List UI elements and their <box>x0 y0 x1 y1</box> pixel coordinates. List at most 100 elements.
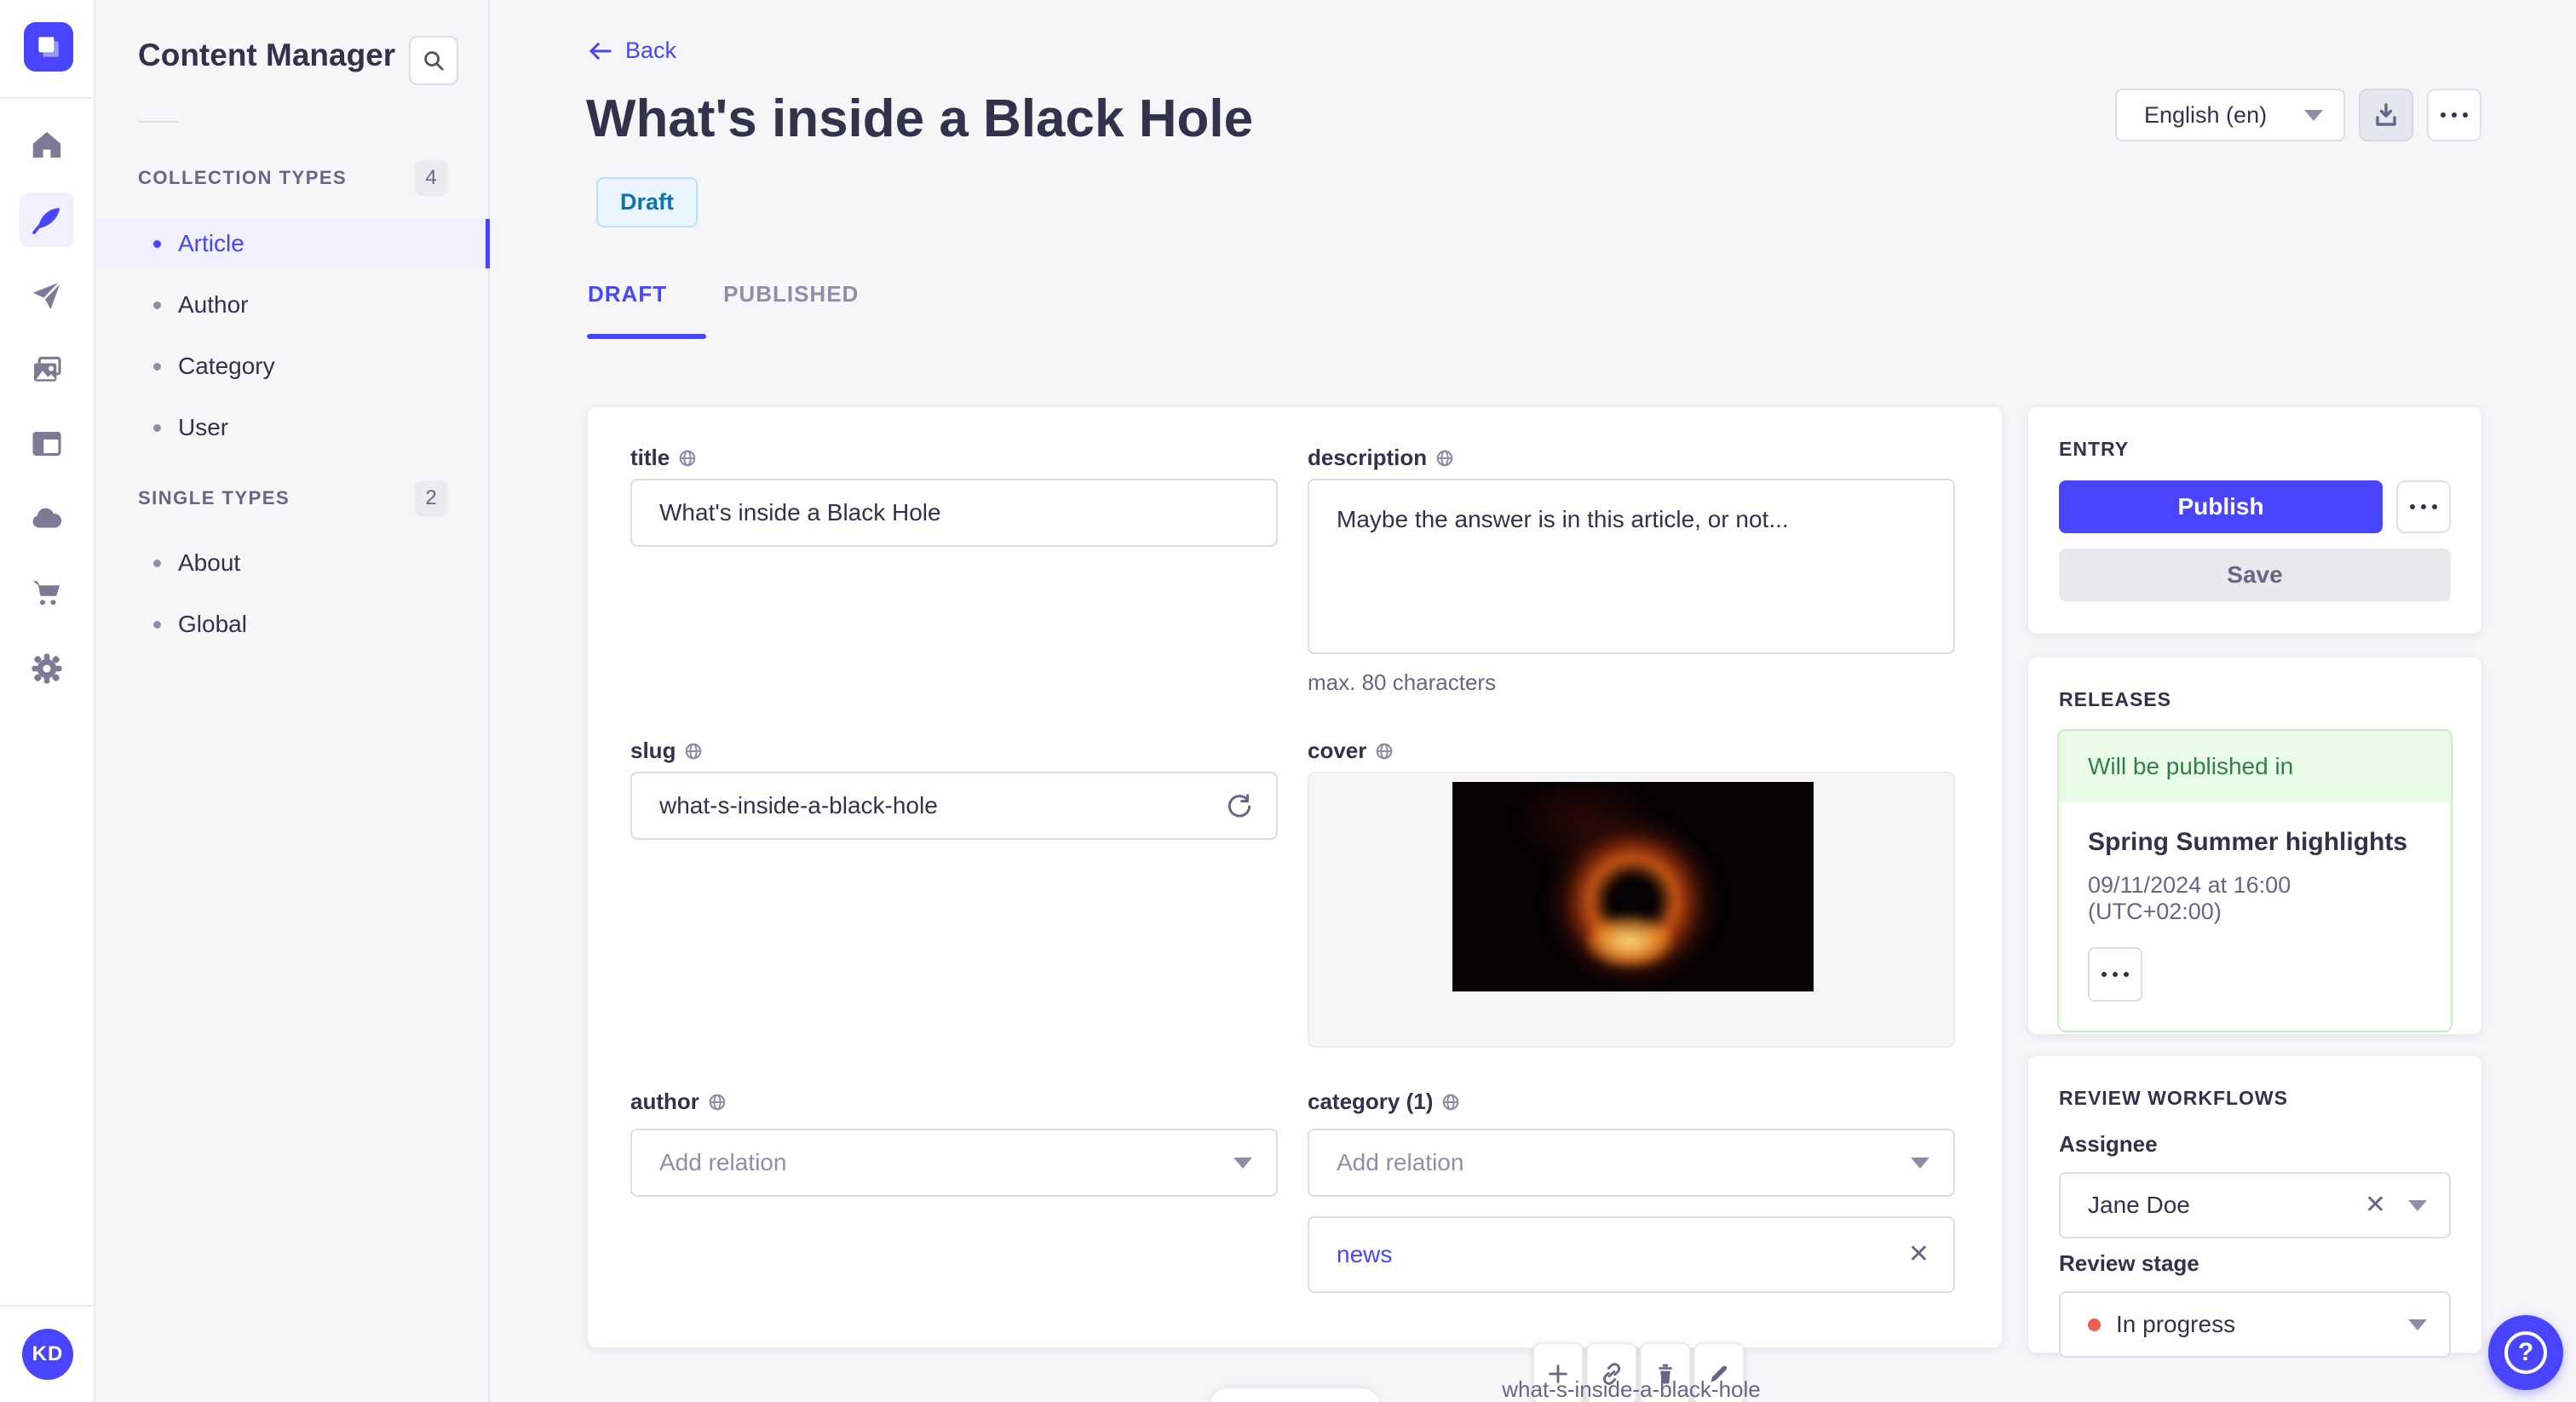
sidebar-item-label: Author <box>178 291 249 318</box>
download-button[interactable] <box>2359 89 2413 141</box>
sidebar-item-about[interactable]: About <box>95 538 490 588</box>
refresh-icon <box>1228 794 1251 818</box>
author-relation-combobox[interactable]: Add relation <box>630 1129 1278 1197</box>
collection-types-count-badge: 4 <box>415 160 447 196</box>
category-placeholder: Add relation <box>1337 1149 1464 1175</box>
sidebar-item-label: Article <box>178 230 244 256</box>
cart-icon[interactable] <box>20 566 74 620</box>
chevron-down-icon <box>2408 1319 2427 1330</box>
paper-plane-icon[interactable] <box>20 268 74 323</box>
slug-field-label: slug <box>630 738 703 764</box>
sidebar-item-label: Category <box>178 353 275 379</box>
search-button[interactable] <box>409 36 458 85</box>
assignee-combobox[interactable]: Jane Doe ✕ <box>2059 1172 2451 1238</box>
chevron-down-icon <box>1233 1157 1252 1169</box>
bullet-icon <box>153 362 161 371</box>
question-mark-icon: ? <box>2504 1331 2547 1374</box>
sidebar-item-article[interactable]: Article <box>95 219 490 268</box>
entry-form-card: title description Maybe the answer is in… <box>588 407 2002 1402</box>
home-icon[interactable] <box>20 118 74 172</box>
sidebar-item-user[interactable]: User <box>95 403 490 452</box>
rail-bottom-divider <box>0 1305 94 1307</box>
category-field-label: category (1) <box>1308 1089 1460 1115</box>
bullet-icon <box>153 239 161 248</box>
help-button[interactable]: ? <box>2488 1315 2563 1390</box>
locale-value: English (en) <box>2144 101 2268 128</box>
author-field-label: author <box>630 1089 727 1115</box>
title-field-label: title <box>630 445 697 471</box>
cover-image-black-hole[interactable] <box>1452 782 1814 991</box>
content-manager-feather-icon[interactable] <box>20 192 74 247</box>
globe-icon <box>686 743 702 759</box>
settings-gear-icon[interactable] <box>20 641 74 696</box>
status-badge: Draft <box>596 177 699 227</box>
description-field-label: description <box>1308 445 1454 471</box>
chevron-down-icon <box>2304 109 2323 121</box>
sidebar-item-author[interactable]: Author <box>95 280 490 330</box>
release-date: 09/11/2024 at 16:00 (UTC+02:00) <box>2088 872 2291 924</box>
title-input[interactable] <box>630 479 1278 547</box>
description-label-text: description <box>1308 445 1428 470</box>
ellipsis-icon <box>2441 112 2468 118</box>
single-types-header: SINGLE TYPES 2 <box>138 480 447 516</box>
locale-select[interactable]: English (en) <box>2115 89 2345 141</box>
content-type-builder-layout-icon[interactable] <box>20 417 74 471</box>
release-status: Will be published in <box>2059 731 2451 802</box>
bullet-icon <box>153 301 161 309</box>
sidebar-item-global[interactable]: Global <box>95 600 490 649</box>
slug-input[interactable] <box>630 772 1278 840</box>
cover-filename-caption: what-s-inside-a-black-hole <box>1502 1376 1761 1402</box>
collection-types-label: COLLECTION TYPES <box>138 167 348 188</box>
strapi-logo-icon <box>38 37 59 57</box>
single-types-label: SINGLE TYPES <box>138 487 290 509</box>
remove-relation-icon[interactable]: ✕ <box>1908 1242 1929 1267</box>
regenerate-slug-button[interactable] <box>1225 792 1254 821</box>
strapi-logo[interactable] <box>24 22 73 72</box>
sidebar-item-label: About <box>178 549 241 576</box>
version-tabs: DRAFT PUBLISHED <box>588 281 859 307</box>
review-panel-heading: REVIEW WORKFLOWS <box>2059 1087 2288 1109</box>
next-section-peek <box>1210 1388 1380 1402</box>
review-stage-combobox[interactable]: In progress <box>2059 1291 2451 1358</box>
slug-label-text: slug <box>630 738 676 763</box>
more-options-button[interactable] <box>2427 89 2481 141</box>
review-stage-label: Review stage <box>2059 1250 2199 1276</box>
tab-published[interactable]: PUBLISHED <box>723 281 859 307</box>
stage-value: In progress <box>2116 1311 2236 1337</box>
stage-status-dot <box>2088 1318 2101 1331</box>
back-arrow-icon <box>589 42 612 60</box>
review-workflows-panel: REVIEW WORKFLOWS Assignee Jane Doe ✕ Rev… <box>2028 1056 2481 1358</box>
user-avatar[interactable]: KD <box>22 1329 73 1380</box>
sidebar-item-label: User <box>178 414 229 440</box>
bullet-icon <box>153 620 161 629</box>
assignee-value: Jane Doe <box>2088 1192 2190 1218</box>
tab-draft[interactable]: DRAFT <box>588 281 667 307</box>
cloud-icon[interactable] <box>20 491 74 546</box>
description-textarea[interactable]: Maybe the answer is in this article, or … <box>1308 479 1955 654</box>
sidebar-item-category[interactable]: Category <box>95 342 490 391</box>
save-button[interactable]: Save <box>2059 549 2451 601</box>
globe-icon <box>1436 450 1453 466</box>
black-hole-ring <box>1452 782 1814 991</box>
globe-icon <box>679 450 696 466</box>
category-relation-combobox[interactable]: Add relation <box>1308 1129 1955 1197</box>
collection-types-header: COLLECTION TYPES 4 <box>138 160 447 196</box>
globe-icon <box>1377 743 1393 759</box>
publish-button[interactable]: Publish <box>2059 480 2383 533</box>
release-name: Spring Summer highlights <box>2088 828 2408 856</box>
release-more-button[interactable] <box>2088 947 2142 1002</box>
back-link[interactable]: Back <box>588 37 676 64</box>
category-relation-link[interactable]: news <box>1337 1241 1908 1268</box>
release-card: Will be published in Spring Summer highl… <box>2057 729 2452 1032</box>
page-title: What's inside a Black Hole <box>586 89 1254 148</box>
releases-panel: RELEASES Will be published in Spring Sum… <box>2028 658 2481 1034</box>
download-icon <box>2376 103 2396 126</box>
category-label-text: category (1) <box>1308 1089 1434 1114</box>
globe-icon <box>709 1094 726 1110</box>
entry-more-button[interactable] <box>2396 480 2451 533</box>
author-label-text: author <box>630 1089 699 1114</box>
chevron-down-icon <box>2408 1199 2427 1211</box>
media-library-images-icon[interactable] <box>20 342 74 397</box>
main-content: Back What's inside a Black Hole English … <box>490 0 2576 1402</box>
clear-assignee-icon[interactable]: ✕ <box>2365 1192 2386 1218</box>
